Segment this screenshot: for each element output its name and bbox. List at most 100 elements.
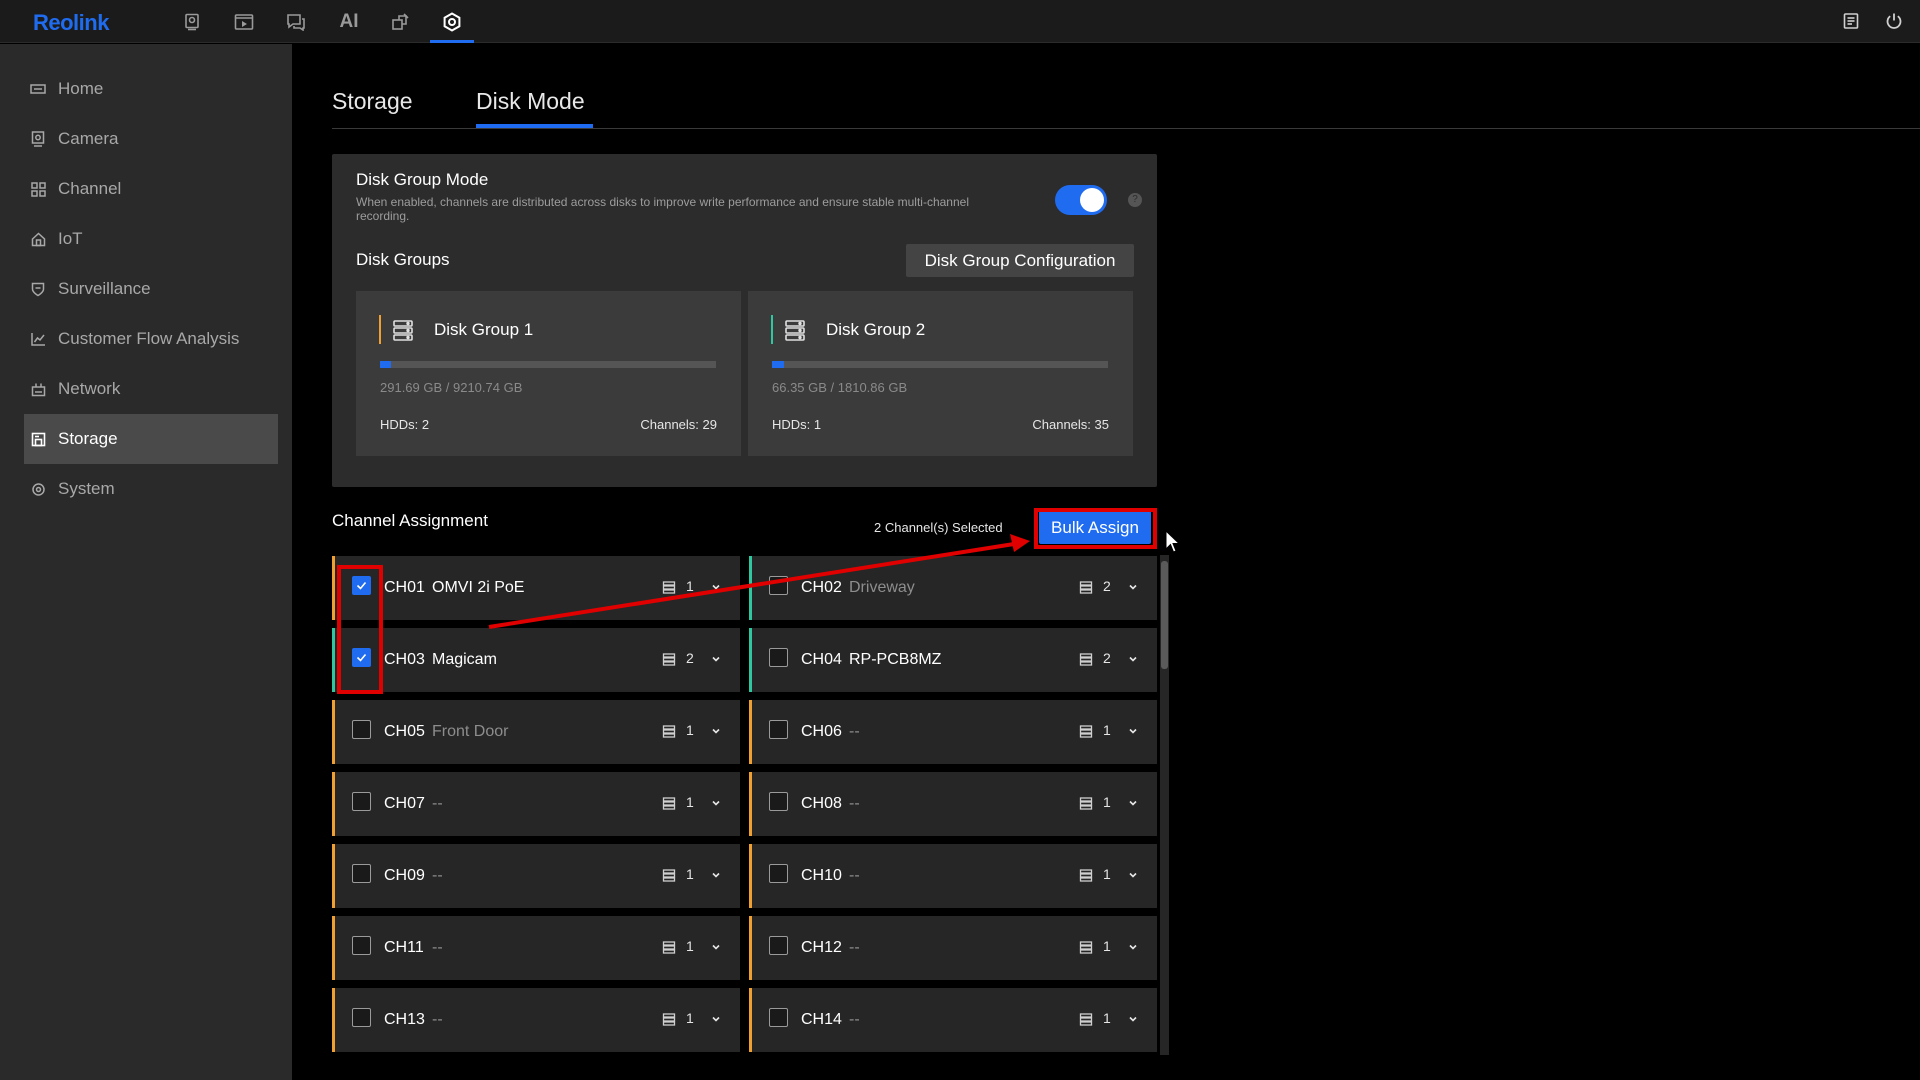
nav-playback-camera[interactable] [170,0,214,43]
disk-usage-bar [772,361,1108,368]
channel-checkbox[interactable] [352,720,371,739]
assigned-group-value[interactable]: 1 [1103,1010,1111,1026]
chevron-down-icon[interactable] [1127,941,1139,953]
nav-apps[interactable] [378,0,422,43]
assigned-group-value[interactable]: 1 [686,794,694,810]
channel-row[interactable]: CH02 Driveway 2 [749,556,1157,620]
chevron-down-icon[interactable] [1127,797,1139,809]
group-accent [749,556,752,620]
channel-row[interactable]: CH01 OMVI 2i PoE 1 [332,556,740,620]
power-button[interactable] [1883,10,1905,32]
sidebar-item-customer-flow-analysis[interactable]: Customer Flow Analysis [24,314,278,364]
disk-group-card[interactable]: Disk Group 2 66.35 GB / 1810.86 GB HDDs:… [748,291,1133,456]
reolink-logo[interactable]: Reolink [33,10,109,36]
bulk-assign-button[interactable]: Bulk Assign [1039,511,1151,544]
disk-group-configuration-button[interactable]: Disk Group Configuration [906,244,1134,277]
assigned-group-value[interactable]: 1 [686,1010,694,1026]
assigned-group-value[interactable]: 2 [1103,578,1111,594]
channel-checkbox[interactable] [769,720,788,739]
disk-group-card[interactable]: Disk Group 1 291.69 GB / 9210.74 GB HDDs… [356,291,741,456]
assigned-group-value[interactable]: 1 [686,722,694,738]
channel-row[interactable]: CH07 -- 1 [332,772,740,836]
channel-row[interactable]: CH14 -- 1 [749,988,1157,1052]
hdd-icon [662,724,676,738]
channel-checkbox[interactable] [352,1008,371,1027]
assigned-group-value[interactable]: 1 [1103,722,1111,738]
tab-disk-mode[interactable]: Disk Mode [476,88,585,115]
channel-id: CH12 [801,939,842,956]
assigned-group-value[interactable]: 1 [1103,938,1111,954]
nav-playback[interactable] [222,0,266,43]
channel-row[interactable]: CH11 -- 1 [332,916,740,980]
channel-checkbox[interactable] [352,936,371,955]
sidebar-item-camera[interactable]: Camera [24,114,278,164]
channel-checkbox[interactable] [769,792,788,811]
assigned-group-value[interactable]: 1 [1103,866,1111,882]
channel-row[interactable]: CH05 Front Door 1 [332,700,740,764]
chevron-down-icon[interactable] [710,725,722,737]
assigned-group-value[interactable]: 1 [686,938,694,954]
chevron-down-icon[interactable] [1127,581,1139,593]
chevron-down-icon[interactable] [1127,1013,1139,1025]
assigned-group-value[interactable]: 1 [686,578,694,594]
log-button[interactable] [1840,10,1862,32]
sidebar-item-iot[interactable]: IoT [24,214,278,264]
sidebar-item-storage[interactable]: Storage [24,414,278,464]
channel-checkbox[interactable] [769,936,788,955]
assigned-group-value[interactable]: 1 [1103,794,1111,810]
channel-checkbox[interactable] [769,1008,788,1027]
ai-icon: AI [339,10,359,32]
channel-row[interactable]: CH13 -- 1 [332,988,740,1052]
hdd-icon [1079,940,1093,954]
nav-ai[interactable]: AI [327,0,371,43]
assigned-group-value[interactable]: 2 [1103,650,1111,666]
chevron-down-icon[interactable] [1127,653,1139,665]
tab-storage[interactable]: Storage [332,88,413,115]
channel-checkbox[interactable] [352,792,371,811]
sidebar-item-label: IoT [58,229,83,248]
sidebar-item-network[interactable]: Network [24,364,278,414]
chevron-down-icon[interactable] [710,869,722,881]
sidebar-item-channel[interactable]: Channel [24,164,278,214]
chevron-down-icon[interactable] [1127,869,1139,881]
disk-group-mode-toggle[interactable] [1055,185,1107,215]
group-accent [749,844,752,908]
sidebar-item-label: Camera [58,129,119,148]
channel-checkbox[interactable] [352,576,371,595]
nav-messages[interactable] [274,0,318,43]
chevron-down-icon[interactable] [710,1013,722,1025]
channel-row[interactable]: CH10 -- 1 [749,844,1157,908]
channel-row[interactable]: CH03 Magicam 2 [332,628,740,692]
channel-checkbox[interactable] [352,648,371,667]
channel-checkbox[interactable] [352,864,371,883]
channel-row[interactable]: CH08 -- 1 [749,772,1157,836]
scrollbar-thumb[interactable] [1161,561,1168,669]
chevron-down-icon[interactable] [1127,725,1139,737]
assigned-group-value[interactable]: 1 [686,866,694,882]
channel-name: -- [849,939,860,956]
assigned-group-value[interactable]: 2 [686,650,694,666]
channel-id: CH09 [384,867,425,884]
channel-name: Front Door [432,723,509,740]
channel-row[interactable]: CH12 -- 1 [749,916,1157,980]
sidebar-item-system[interactable]: System [24,464,278,514]
channel-checkbox[interactable] [769,648,788,667]
main-content: Storage Disk Mode Disk Group Mode When e… [292,44,1920,1080]
help-icon[interactable]: ? [1128,193,1142,207]
chevron-down-icon[interactable] [710,581,722,593]
iot-icon [30,231,46,247]
checkmark-icon [356,653,367,662]
nav-settings[interactable] [430,0,474,43]
channel-id: CH11 [384,939,424,956]
channel-checkbox[interactable] [769,864,788,883]
chevron-down-icon[interactable] [710,797,722,809]
chevron-down-icon[interactable] [710,941,722,953]
chevron-down-icon[interactable] [710,653,722,665]
channel-row[interactable]: CH04 RP-PCB8MZ 2 [749,628,1157,692]
sidebar-item-home[interactable]: Home [24,64,278,114]
channel-row[interactable]: CH06 -- 1 [749,700,1157,764]
sidebar-item-surveillance[interactable]: Surveillance [24,264,278,314]
disk-group-mode-title: Disk Group Mode [356,170,489,189]
channel-checkbox[interactable] [769,576,788,595]
channel-row[interactable]: CH09 -- 1 [332,844,740,908]
